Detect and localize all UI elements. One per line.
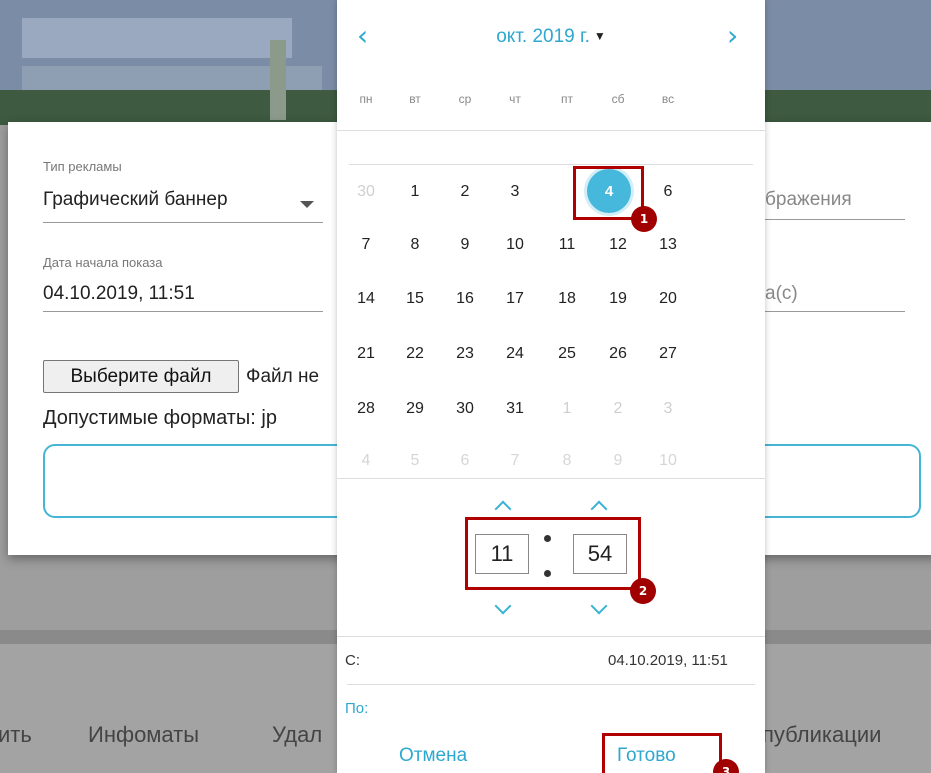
calendar-day[interactable]: 18 bbox=[547, 290, 587, 308]
hours-up-icon[interactable] bbox=[494, 500, 512, 518]
calendar-day[interactable]: 6 bbox=[445, 452, 485, 470]
right-field-1-partial[interactable]: бражения bbox=[765, 189, 852, 211]
start-date-label: Дата начала показа bbox=[43, 255, 163, 270]
weekday-label: вт bbox=[409, 92, 421, 106]
weekday-label: вс bbox=[661, 92, 675, 106]
choose-file-button[interactable]: Выберите файл bbox=[43, 360, 239, 393]
weekday-label: сб bbox=[611, 92, 625, 106]
ad-type-select[interactable]: Графический баннер bbox=[43, 189, 228, 211]
month-year-selector[interactable]: окт. 2019 г. ▼ bbox=[337, 26, 765, 48]
calendar-day[interactable]: 3 bbox=[495, 183, 535, 201]
annotation-badge-2: 2 bbox=[630, 578, 656, 604]
hours-down-icon[interactable] bbox=[494, 597, 512, 615]
blurred-logo bbox=[22, 18, 292, 58]
calendar-day[interactable]: 11 bbox=[547, 236, 587, 254]
minutes-down-icon[interactable] bbox=[590, 597, 608, 615]
calendar-day[interactable]: 4 bbox=[346, 452, 386, 470]
from-value: 04.10.2019, 11:51 bbox=[608, 652, 728, 669]
calendar-day[interactable]: 1 bbox=[547, 400, 587, 418]
calendar-day[interactable]: 10 bbox=[495, 236, 535, 254]
calendar-day[interactable]: 3 bbox=[648, 400, 688, 418]
allowed-formats-text: Допустимые форматы: jp bbox=[43, 407, 277, 429]
calendar-day[interactable]: 9 bbox=[445, 236, 485, 254]
minutes-up-icon[interactable] bbox=[590, 500, 608, 518]
weekday-label: чт bbox=[509, 92, 521, 106]
calendar-day[interactable]: 9 bbox=[598, 452, 638, 470]
from-label: С: bbox=[345, 652, 360, 669]
calendar-day[interactable]: 31 bbox=[495, 400, 535, 418]
calendar-day[interactable]: 15 bbox=[395, 290, 435, 308]
weekday-divider bbox=[337, 130, 765, 131]
calendar-day[interactable]: 6 bbox=[648, 183, 688, 201]
annotation-box-2 bbox=[465, 517, 641, 590]
file-status-text: Файл не bbox=[246, 366, 320, 387]
weekday-label: пн bbox=[359, 92, 373, 106]
calendar-day[interactable]: 23 bbox=[445, 345, 485, 363]
calendar-day[interactable]: 7 bbox=[495, 452, 535, 470]
annotation-badge-3: 3 bbox=[713, 759, 739, 773]
calendar-day[interactable]: 25 bbox=[547, 345, 587, 363]
calendar-day[interactable]: 2 bbox=[445, 183, 485, 201]
calendar-day[interactable]: 29 bbox=[395, 400, 435, 418]
calendar-day[interactable]: 16 bbox=[445, 290, 485, 308]
calendar-day[interactable]: 5 bbox=[395, 452, 435, 470]
ad-type-underline bbox=[43, 222, 323, 223]
to-label: По: bbox=[345, 700, 369, 717]
right-field-2-underline bbox=[765, 311, 905, 312]
nav-item-publications-partial[interactable]: публикации bbox=[762, 722, 881, 748]
annotation-box-3 bbox=[602, 733, 722, 773]
nav-item-partial-left[interactable]: ить bbox=[0, 722, 32, 748]
calendar-day[interactable]: 27 bbox=[648, 345, 688, 363]
calendar-day[interactable]: 13 bbox=[648, 236, 688, 254]
calendar-day[interactable]: 22 bbox=[395, 345, 435, 363]
calendar-day[interactable]: 12 bbox=[598, 236, 638, 254]
calendar-day[interactable]: 30 bbox=[346, 183, 386, 201]
annotation-badge-1: 1 bbox=[631, 206, 657, 232]
calendar-day[interactable]: 20 bbox=[648, 290, 688, 308]
calendar-day[interactable]: 19 bbox=[598, 290, 638, 308]
calendar-day[interactable]: 30 bbox=[445, 400, 485, 418]
chevron-right-icon[interactable]: › bbox=[727, 22, 738, 50]
calendar-day[interactable]: 14 bbox=[346, 290, 386, 308]
calendar-day[interactable]: 1 bbox=[395, 183, 435, 201]
calendar-day[interactable]: 7 bbox=[346, 236, 386, 254]
calendar-day[interactable]: 8 bbox=[395, 236, 435, 254]
calendar-day[interactable]: 17 bbox=[495, 290, 535, 308]
ad-type-label: Тип рекламы bbox=[43, 159, 122, 174]
calendar-day[interactable]: 8 bbox=[547, 452, 587, 470]
chevron-down-icon[interactable] bbox=[300, 201, 314, 208]
weekday-label: ср bbox=[458, 92, 472, 106]
weekday-label: пт bbox=[561, 92, 573, 106]
blurred-element bbox=[270, 40, 286, 120]
right-field-2-partial[interactable]: а(с) bbox=[765, 283, 798, 305]
calendar-day[interactable]: 2 bbox=[598, 400, 638, 418]
start-date-underline bbox=[43, 311, 323, 312]
right-field-1-underline bbox=[765, 219, 905, 220]
calendar-day[interactable]: 21 bbox=[346, 345, 386, 363]
nav-item-infomats[interactable]: Инфоматы bbox=[88, 722, 199, 748]
calendar-day[interactable]: 10 bbox=[648, 452, 688, 470]
calendar-day[interactable]: 28 bbox=[346, 400, 386, 418]
start-date-input[interactable]: 04.10.2019, 11:51 bbox=[43, 283, 195, 305]
caret-down-icon: ▼ bbox=[593, 29, 606, 43]
datetime-picker: ‹ окт. 2019 г.▼ › пнвтсрчтптсбвс 3012356… bbox=[337, 0, 765, 773]
month-year-title: окт. 2019 г. bbox=[496, 26, 590, 47]
time-divider bbox=[337, 478, 765, 479]
calendar-divider bbox=[349, 164, 753, 165]
range-divider-top bbox=[337, 636, 765, 637]
range-divider bbox=[347, 684, 755, 685]
calendar-day[interactable]: 24 bbox=[495, 345, 535, 363]
nav-item-delete-partial[interactable]: Удал bbox=[272, 722, 322, 748]
cancel-button[interactable]: Отмена bbox=[399, 745, 467, 767]
calendar-day[interactable]: 26 bbox=[598, 345, 638, 363]
